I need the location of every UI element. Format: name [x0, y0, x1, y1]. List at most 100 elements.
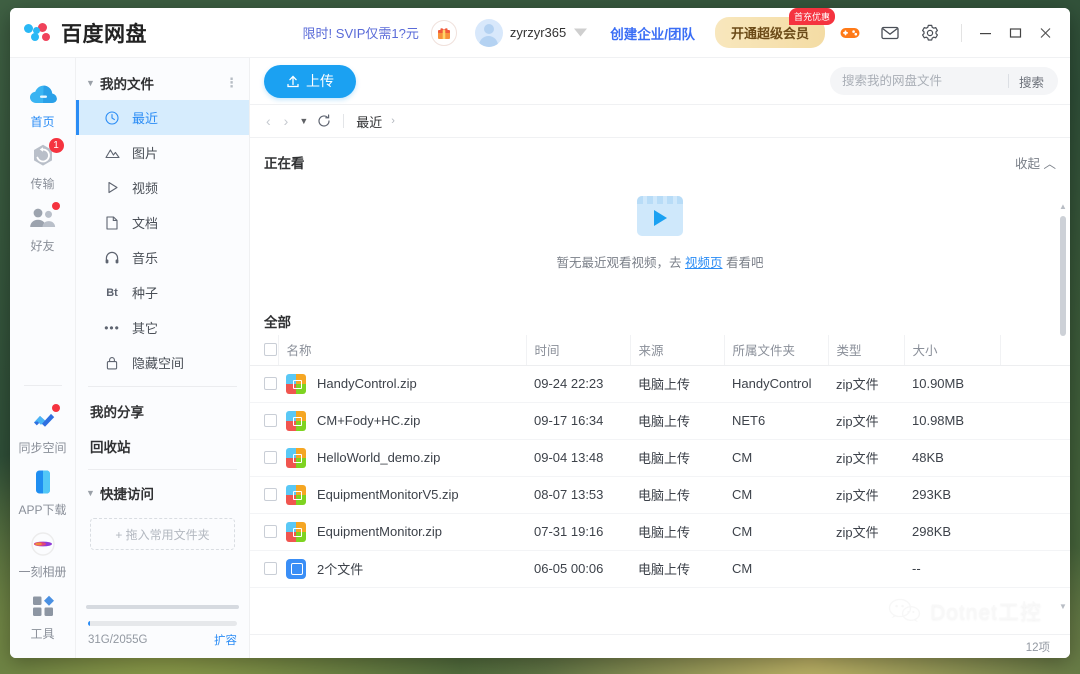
chevron-right-icon[interactable]: › [282, 113, 291, 129]
table-row[interactable]: 2个文件 06-05 00:06 电脑上传 CM -- [250, 550, 1070, 588]
file-folder-cell: CM [724, 476, 828, 514]
transfer-badge: 1 [48, 138, 64, 153]
table-row[interactable]: EquipmentMonitor.zip 07-31 19:16 电脑上传 CM zip… [250, 513, 1070, 551]
chevron-left-icon[interactable]: ‹ [264, 113, 273, 129]
row-checkbox[interactable] [264, 377, 277, 390]
close-icon[interactable] [1030, 19, 1060, 47]
column-header-time[interactable]: 时间 [526, 335, 631, 366]
sidebar-item-music[interactable]: 音乐 [76, 240, 249, 275]
minimize-icon[interactable] [970, 19, 1000, 47]
collapse-watching-link[interactable]: 收起 ︿ [1015, 153, 1056, 172]
sidebar-item-label: 其它 [132, 321, 159, 336]
file-name-cell[interactable]: HelloWorld_demo.zip [278, 439, 526, 477]
rail-item-tools[interactable]: 工具 [10, 582, 76, 644]
watching-empty-text: 暂无最近观看视频，去 视频页 看看吧 [557, 252, 764, 271]
row-checkbox[interactable] [264, 451, 277, 464]
row-checkbox[interactable] [264, 562, 277, 575]
file-source-cell: 电脑上传 [630, 402, 724, 440]
column-header-type[interactable]: 类型 [828, 335, 905, 366]
sidebar-item-recycle-bin[interactable]: 回收站 [76, 428, 249, 463]
more-vertical-icon[interactable]: ⋮ [225, 75, 239, 91]
ellipsis-icon: ••• [104, 320, 120, 335]
gear-icon[interactable] [915, 18, 945, 48]
rail-item-label: 工具 [30, 627, 55, 641]
table-row[interactable]: EquipmentMonitorV5.zip 08-07 13:53 电脑上传 CM z… [250, 476, 1070, 514]
quick-access-dropzone[interactable]: + 拖入常用文件夹 [90, 518, 235, 550]
play-icon [104, 181, 120, 194]
sidebar-item-label: 回收站 [90, 439, 131, 455]
sidebar-item-videos[interactable]: 视频 [76, 170, 249, 205]
select-all-checkbox[interactable] [264, 343, 277, 357]
sidebar-item-label: 种子 [132, 286, 159, 301]
watching-empty-state: 暂无最近观看视频，去 视频页 看看吧 [250, 178, 1070, 297]
expand-capacity-link[interactable]: 扩容 [214, 632, 237, 648]
file-name-label: CM+Fody+HC.zip [317, 413, 421, 428]
sidebar-item-pictures[interactable]: 图片 [76, 135, 249, 170]
search-input[interactable] [842, 74, 1008, 88]
row-checkbox[interactable] [264, 414, 277, 427]
scroll-down-arrow-icon[interactable]: ▼ [1059, 602, 1067, 612]
gift-icon[interactable] [430, 19, 457, 46]
history-caret-down-icon[interactable]: ▼ [299, 116, 308, 126]
tree-horizontal-scrollbar[interactable] [86, 605, 239, 609]
user-menu[interactable]: zyrzyr365 [474, 18, 588, 47]
rail-item-sync-space[interactable]: 同步空间 [10, 396, 76, 458]
sync-space-badge-dot [51, 404, 60, 412]
column-header-name[interactable]: 名称 [278, 335, 527, 366]
file-name-cell[interactable]: EquipmentMonitorV5.zip [278, 476, 526, 514]
friends-badge-dot [51, 202, 60, 210]
rail-item-app-download[interactable]: APP下载 [10, 458, 76, 520]
image-icon [104, 147, 120, 159]
column-header-source[interactable]: 来源 [630, 335, 725, 366]
create-team-link[interactable]: 创建企业/团队 [610, 23, 695, 43]
breadcrumb-divider [343, 114, 345, 128]
file-time-cell: 09-17 16:34 [526, 402, 630, 440]
breadcrumb-bar: ‹ › ▼ 最近 › [250, 104, 1070, 138]
video-page-link[interactable]: 视频页 [685, 256, 723, 270]
row-checkbox[interactable] [264, 525, 277, 538]
mail-icon[interactable] [875, 18, 905, 48]
rail-item-photo-album[interactable]: 一刻相册 [10, 520, 76, 582]
tree-section-my-files[interactable]: ▼ 我的文件 ⋮ [76, 66, 249, 100]
capacity-text: 31G/2055G [88, 634, 148, 646]
rail-item-label: 传输 [30, 177, 55, 191]
sidebar-item-documents[interactable]: 文档 [76, 205, 249, 240]
file-name-cell[interactable]: EquipmentMonitor.zip [278, 513, 526, 551]
rail-item-home[interactable]: 首页 [10, 70, 76, 132]
column-header-folder[interactable]: 所属文件夹 [724, 335, 829, 366]
sidebar-item-torrents[interactable]: Bt 种子 [76, 275, 249, 310]
rail-item-transfer[interactable]: 1 传输 [10, 132, 76, 194]
sidebar-item-my-shares[interactable]: 我的分享 [76, 393, 249, 428]
file-name-wrap: EquipmentMonitorV5.zip [286, 484, 518, 505]
table-row[interactable]: CM+Fody+HC.zip 09-17 16:34 电脑上传 NET6 zip文件 10… [250, 402, 1070, 440]
sidebar-item-hidden-space[interactable]: 隐藏空间 [76, 345, 249, 380]
clock-icon [104, 110, 120, 125]
table-row[interactable]: HandyControl.zip 09-24 22:23 电脑上传 HandyCont… [250, 365, 1070, 403]
sidebar-item-label: 文档 [132, 216, 159, 231]
capacity-bar-fill [88, 621, 91, 626]
search-button[interactable]: 搜索 [1009, 72, 1054, 91]
capacity-panel: 31G/2055G 扩容 [76, 615, 249, 658]
all-section-header: 全部 [250, 297, 1070, 335]
file-name-cell[interactable]: CM+Fody+HC.zip [278, 402, 526, 440]
row-checkbox[interactable] [264, 488, 277, 501]
maximize-icon[interactable] [1000, 19, 1030, 47]
scrollbar-thumb[interactable] [1060, 216, 1066, 336]
sidebar-item-others[interactable]: ••• 其它 [76, 310, 249, 345]
upload-button[interactable]: 上传 [264, 64, 356, 98]
refresh-icon[interactable] [317, 114, 331, 128]
sidebar-item-label: 隐藏空间 [132, 356, 185, 371]
file-list-scrollbar[interactable]: ▲ ▼ [1059, 202, 1067, 612]
file-name-cell[interactable]: 2个文件 [278, 550, 526, 588]
file-name-cell[interactable]: HandyControl.zip [278, 365, 526, 403]
tree-section-quick-access[interactable]: ▼ 快捷访问 [76, 476, 249, 510]
gamepad-icon[interactable] [835, 18, 865, 48]
sidebar-item-recent[interactable]: 最近 [76, 100, 249, 135]
breadcrumb[interactable]: 最近 [356, 112, 382, 131]
scroll-up-arrow-icon[interactable]: ▲ [1059, 202, 1067, 212]
rail-item-friends[interactable]: 好友 [10, 194, 76, 256]
file-folder-cell: HandyControl [724, 365, 828, 403]
svip-promo-link[interactable]: 限时! SVIP仅需1?元 [303, 23, 419, 42]
table-row[interactable]: HelloWorld_demo.zip 09-04 13:48 电脑上传 CM zip文… [250, 439, 1070, 477]
column-header-size[interactable]: 大小 [904, 335, 1001, 366]
